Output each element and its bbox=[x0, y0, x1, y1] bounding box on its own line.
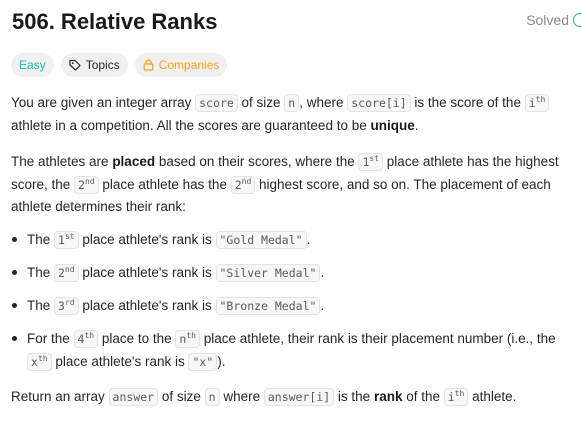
text: of the bbox=[402, 389, 444, 404]
code-sup: th bbox=[454, 389, 465, 399]
code-base: 3 bbox=[58, 299, 65, 313]
text: place athlete's rank is bbox=[78, 298, 216, 313]
inline-code: 4th bbox=[73, 330, 99, 348]
code-sup: nd bbox=[84, 176, 95, 186]
text: . bbox=[414, 117, 419, 133]
text: place athlete's rank is bbox=[78, 265, 216, 280]
description-paragraph: You are given an integer array score of … bbox=[11, 92, 576, 136]
code-sup: th bbox=[186, 331, 196, 341]
code-base: i bbox=[528, 96, 536, 110]
text: place athlete's rank is bbox=[51, 353, 189, 369]
inline-code: "Gold Medal" bbox=[215, 231, 307, 249]
text: is the bbox=[334, 389, 374, 404]
inline-code: 2nd bbox=[54, 264, 79, 282]
text: where bbox=[219, 389, 264, 404]
inline-code: 2nd bbox=[74, 175, 99, 194]
inline-code: 3rd bbox=[54, 297, 79, 315]
solved-label: Solved bbox=[526, 12, 569, 28]
list-item: The 3rd place athlete's rank is "Bronze … bbox=[11, 295, 576, 318]
text: place athlete, their rank is their place… bbox=[200, 331, 556, 346]
inline-code: "x" bbox=[188, 352, 218, 371]
difficulty-label: Easy bbox=[19, 58, 46, 72]
code-sup: st bbox=[369, 154, 380, 164]
problem-header: 506. Relative Ranks Solved bbox=[12, 8, 581, 38]
code-base: i bbox=[447, 390, 455, 404]
text: athlete in a competition. All the scores… bbox=[11, 117, 371, 133]
inline-code: n bbox=[204, 388, 220, 406]
text: . bbox=[320, 298, 325, 313]
code-sup: th bbox=[535, 95, 546, 105]
text: You are given an integer array bbox=[11, 95, 196, 110]
inline-code: 2nd bbox=[230, 175, 256, 194]
list-item: For the 4th place to the nth place athle… bbox=[11, 328, 576, 373]
inline-code: "Bronze Medal" bbox=[215, 297, 321, 315]
inline-code: 1st bbox=[358, 153, 384, 171]
topics-label: Topics bbox=[85, 58, 120, 72]
difficulty-badge: Easy bbox=[11, 53, 54, 77]
companies-button[interactable]: Companies bbox=[134, 53, 228, 77]
text: place to the bbox=[98, 331, 176, 346]
text: . bbox=[306, 232, 311, 247]
bold-text: placed bbox=[112, 154, 156, 169]
text: The bbox=[27, 232, 55, 247]
lock-icon bbox=[143, 59, 154, 71]
code-sup: rd bbox=[64, 298, 75, 308]
code-base: 2 bbox=[78, 177, 85, 192]
code-sup: st bbox=[64, 232, 75, 242]
text: The bbox=[27, 298, 55, 313]
text: The bbox=[27, 265, 55, 280]
text: , where bbox=[299, 95, 348, 110]
text: . bbox=[320, 265, 325, 280]
inline-code: n bbox=[284, 94, 300, 112]
code-sup: nd bbox=[241, 176, 252, 186]
companies-label: Companies bbox=[158, 58, 220, 72]
code-sup: th bbox=[84, 331, 95, 341]
inline-code: 1st bbox=[54, 231, 79, 249]
text: The athletes are bbox=[11, 154, 113, 169]
check-circle-icon bbox=[573, 13, 581, 27]
inline-code: xth bbox=[27, 352, 52, 371]
solved-status: Solved bbox=[526, 12, 581, 28]
inline-code: "Silver Medal" bbox=[215, 264, 321, 282]
code-base: 2 bbox=[58, 266, 65, 280]
topics-button[interactable]: Topics bbox=[60, 53, 128, 77]
text: place athlete has the bbox=[98, 176, 231, 192]
list-item: The 1st place athlete's rank is "Gold Me… bbox=[11, 229, 576, 252]
text: is the score of the bbox=[410, 95, 525, 110]
text: For the bbox=[27, 331, 74, 346]
code-base: 2 bbox=[234, 177, 242, 192]
text: athlete. bbox=[468, 389, 517, 404]
tag-icon bbox=[69, 59, 81, 71]
text: ). bbox=[217, 353, 226, 369]
description-paragraph: Return an array answer of size n where a… bbox=[11, 386, 576, 409]
problem-title: 506. Relative Ranks bbox=[12, 9, 218, 34]
inline-code: answer bbox=[108, 388, 159, 406]
text: based on their scores, where the bbox=[155, 154, 359, 169]
inline-code: score[i] bbox=[347, 94, 411, 112]
description-paragraph: The athletes are placed based on their s… bbox=[11, 151, 576, 218]
text: place athlete's rank is bbox=[78, 232, 216, 247]
inline-code: nth bbox=[175, 330, 200, 348]
code-base: x bbox=[31, 354, 38, 369]
inline-code: ith bbox=[443, 388, 469, 406]
text: of size bbox=[158, 389, 205, 404]
code-base: 1 bbox=[58, 233, 65, 247]
text: Return an array bbox=[11, 389, 109, 404]
text: of size bbox=[237, 95, 285, 110]
inline-code: score bbox=[195, 94, 238, 112]
bold-text: rank bbox=[373, 389, 403, 404]
inline-code: answer[i] bbox=[263, 388, 335, 406]
code-sup: th bbox=[37, 353, 48, 363]
code-sup: nd bbox=[64, 265, 75, 275]
inline-code: ith bbox=[524, 94, 550, 112]
bold-text: unique bbox=[370, 117, 415, 133]
list-item: The 2nd place athlete's rank is "Silver … bbox=[11, 262, 576, 285]
tag-row: Easy Topics Companies bbox=[11, 53, 228, 77]
